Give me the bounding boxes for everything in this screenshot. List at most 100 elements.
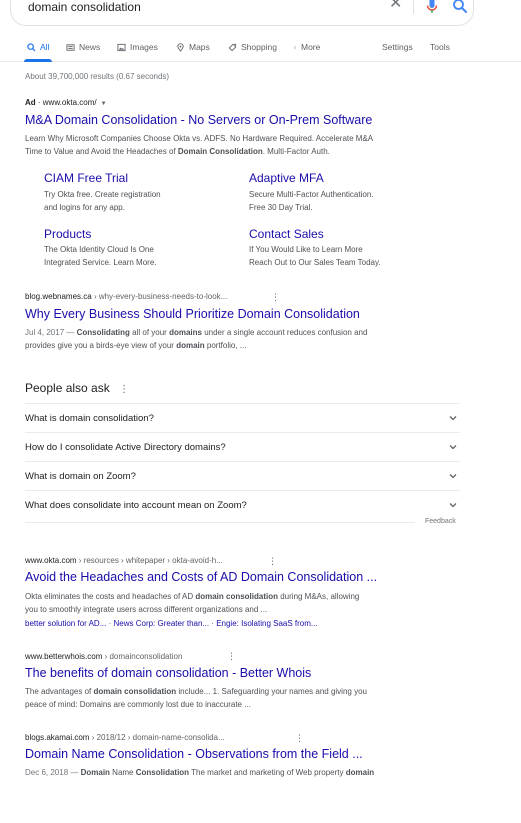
chevron-down-icon [449,503,457,508]
paa-question-text: How do I consolidate Active Directory do… [25,442,226,453]
tab-maps[interactable]: Maps [176,42,210,52]
paa-question[interactable]: How do I consolidate Active Directory do… [25,432,460,461]
paa-question[interactable]: What is domain on Zoom? [25,461,460,490]
result-deeplinks: better solution for AD... · News Corp: G… [25,619,318,628]
snippet-text: The market and marketing of Web property [189,768,346,777]
snippet-bold: domains [169,328,202,337]
separator: · [35,98,43,107]
search-bar[interactable]: domain consolidation ✕ [10,0,474,26]
search-divider [413,0,414,14]
snippet-text: include... 1. Safeguarding your names an… [176,687,367,696]
result-title[interactable]: Domain Name Consolidation - Observations… [25,747,363,761]
snippet-bold: Consolidation [135,768,190,777]
image-icon [117,43,126,51]
search-icon[interactable] [451,0,469,15]
paa-question[interactable]: What is domain consolidation? [25,403,460,432]
snippet-bold: domain [176,341,205,350]
sitelink-products-title[interactable]: Products [44,227,91,241]
news-icon [66,43,75,51]
deeplink[interactable]: better solution for AD... [25,619,106,628]
sitelink-line: Secure Multi-Factor Authentication. [249,190,374,199]
tab-news[interactable]: News [66,42,100,52]
ad-title[interactable]: M&A Domain Consolidation - No Servers or… [25,113,372,127]
tab-shopping[interactable]: Shopping [228,42,277,52]
ad-description: Learn Why Microsoft Companies Choose Okt… [25,132,373,158]
snippet-text: you to smoothly integrate users across d… [25,605,268,614]
sitelink-line: The Okta Identity Cloud Is One [44,245,154,254]
sitelink-products-desc: The Okta Identity Cloud Is One Integrate… [44,243,157,269]
map-pin-icon [177,42,184,52]
ad-desc-line2c: . Multi-Factor Auth. [262,147,330,156]
paa-question-text: What is domain on Zoom? [25,471,136,482]
tab-label: Shopping [241,42,277,52]
result-title[interactable]: The benefits of domain consolidation - B… [25,666,311,680]
ad-desc-line2a: Time to Value and Avoid the Headaches of [25,147,178,156]
paa-question[interactable]: What does consolidate into account mean … [25,490,460,519]
tools-link[interactable]: Tools [430,42,450,52]
result-cite: www.okta.com › resources › whitepaper › … [25,556,223,565]
snippet-text: provides give you a birds-eye view of yo… [25,341,177,350]
sitelink-mfa-title[interactable]: Adaptive MFA [249,171,324,185]
more-options-icon[interactable]: ⋮ [295,733,304,744]
active-tab-indicator [24,59,52,62]
search-tabs: All News Images Maps Shopping More Setti… [0,38,521,62]
sitelink-ciam-title[interactable]: CIAM Free Trial [44,171,128,185]
people-also-ask-heading: People also ask ⋮ [25,381,129,395]
sitelink-contact-desc: If You Would Like to Learn More Reach Ou… [249,243,381,269]
tab-all[interactable]: All [27,42,49,52]
paa-question-text: What is domain consolidation? [25,413,154,424]
deeplink[interactable]: Engie: Isolating SaaS from... [216,619,317,628]
result-date: Jul 4, 2017 — [25,328,77,337]
more-options-icon[interactable]: ⋮ [268,556,277,567]
snippet-text: under a single account reduces confusion… [201,328,368,337]
caret-down-icon[interactable]: ▼ [101,101,107,107]
tab-label: News [79,42,101,52]
more-options-icon[interactable]: ⋮ [227,651,236,662]
tag-icon [228,43,237,51]
snippet-text: Name [109,768,136,777]
result-site: blog.webnames.ca [25,292,92,301]
more-options-icon[interactable]: ⋮ [119,384,129,395]
result-path: › domainconsolidation [102,652,183,661]
ad-badge: Ad [25,98,36,107]
ad-url[interactable]: www.okta.com/ [43,98,97,107]
result-snippet: Okta eliminates the costs and headaches … [25,590,359,616]
snippet-bold: domain consolidation [195,592,278,601]
sitelink-line: Try Okta free. Create registration [44,190,161,199]
tab-label: More [301,42,321,52]
tab-more[interactable]: More [293,42,320,52]
result-snippet: Jul 4, 2017 — Consolidating all of your … [25,326,367,352]
tab-label: All [40,42,50,52]
more-options-icon[interactable]: ⋮ [271,292,280,303]
snippet-bold: Domain [80,768,110,777]
feedback-link[interactable]: Feedback [425,518,456,525]
sitelink-ciam-desc: Try Okta free. Create registration and l… [44,188,161,214]
tab-images[interactable]: Images [117,42,158,52]
paa-divider [25,522,415,523]
result-cite: blogs.akamai.com › 2018/12 › domain-name… [25,733,225,742]
mic-icon[interactable] [425,0,439,15]
result-snippet: Dec 6, 2018 — Domain Name Consolidation … [25,766,374,779]
deeplink[interactable]: News Corp: Greater than... [113,619,209,628]
search-icon [27,42,36,52]
result-title[interactable]: Avoid the Headaches and Costs of AD Doma… [25,570,377,584]
close-icon[interactable]: ✕ [389,0,402,12]
settings-link[interactable]: Settings [382,42,413,52]
snippet-text: The advantages of [25,687,94,696]
snippet-bold: domain [345,768,375,777]
ad-url-line: Ad · www.okta.com/ ▼ [25,98,107,107]
snippet-text: Okta eliminates the costs and headaches … [25,592,196,601]
chevron-down-icon [449,416,457,421]
sitelink-contact-title[interactable]: Contact Sales [249,227,324,241]
sitelink-line: Reach Out to Our Sales Team Today. [249,258,381,267]
ad-desc-line1: Learn Why Microsoft Companies Choose Okt… [25,134,374,143]
result-path: › 2018/12 › domain-name-consolida... [89,733,225,742]
snippet-text: during M&As, allowing [278,592,360,601]
sitelink-line: Free 30 Day Trial. [249,203,313,212]
result-cite: www.betterwhois.com › domainconsolidatio… [25,652,182,661]
snippet-bold: domain consolidation [93,687,177,696]
result-site: www.betterwhois.com [25,652,103,661]
snippet-text: all of your [129,328,170,337]
search-input[interactable]: domain consolidation [28,0,141,14]
result-title[interactable]: Why Every Business Should Prioritize Dom… [25,307,360,321]
